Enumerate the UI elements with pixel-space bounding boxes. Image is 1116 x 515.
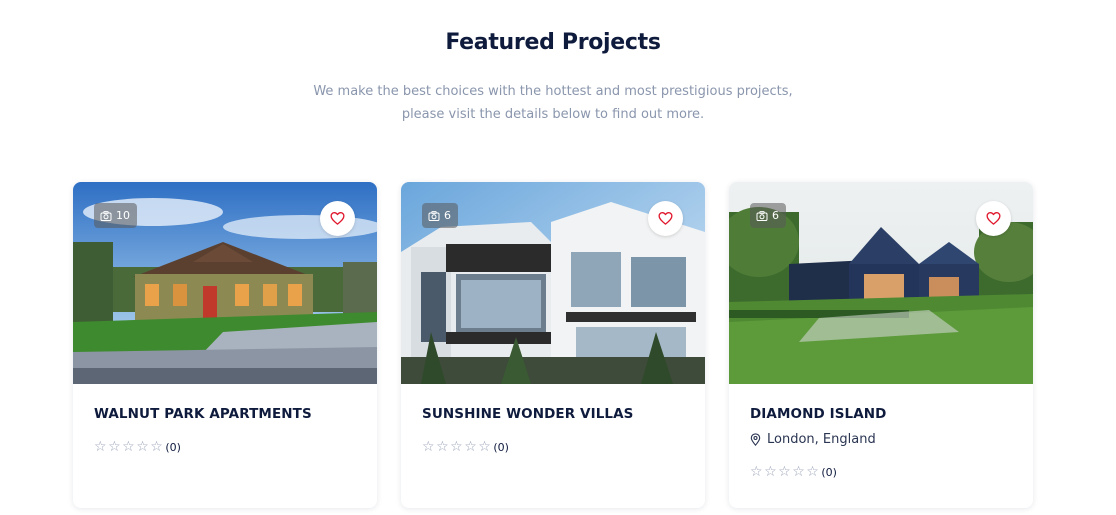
location-text: London, England (767, 432, 876, 447)
photo-count: 6 (444, 209, 451, 222)
map-pin-icon (750, 433, 761, 446)
camera-icon (100, 210, 112, 221)
camera-icon (756, 210, 768, 221)
star-rating: ☆ ☆ ☆ ☆ ☆ (0) (422, 440, 509, 454)
star-rating: ☆ ☆ ☆ ☆ ☆ (0) (750, 465, 837, 479)
star-outline-icon: ☆ (436, 439, 449, 455)
project-location: London, England (750, 432, 876, 447)
star-outline-icon: ☆ (450, 439, 463, 455)
star-outline-icon: ☆ (136, 439, 149, 455)
favorite-button[interactable] (320, 201, 355, 236)
rating-count: (0) (493, 440, 509, 454)
star-outline-icon: ☆ (792, 464, 805, 480)
photo-count-badge: 6 (750, 203, 786, 228)
star-outline-icon: ☆ (778, 464, 791, 480)
photo-count-badge: 6 (422, 203, 458, 228)
heart-icon (986, 212, 1001, 225)
section-subtitle: We make the best choices with the hottes… (313, 84, 793, 122)
project-photo[interactable]: 6 (729, 182, 1033, 384)
star-outline-icon: ☆ (422, 439, 435, 455)
star-outline-icon: ☆ (806, 464, 819, 480)
project-photo[interactable]: 6 (401, 182, 705, 384)
favorite-button[interactable] (648, 201, 683, 236)
favorite-button[interactable] (976, 201, 1011, 236)
camera-icon (428, 210, 440, 221)
rating-count: (0) (165, 440, 181, 454)
star-outline-icon: ☆ (464, 439, 477, 455)
photo-count: 10 (116, 209, 130, 222)
project-name[interactable]: WALNUT PARK APARTMENTS (94, 406, 312, 422)
section-title: Featured Projects (445, 30, 661, 55)
star-rating: ☆ ☆ ☆ ☆ ☆ (0) (94, 440, 181, 454)
star-outline-icon: ☆ (764, 464, 777, 480)
project-name[interactable]: DIAMOND ISLAND (750, 406, 887, 422)
photo-count: 6 (772, 209, 779, 222)
heart-icon (330, 212, 345, 225)
star-outline-icon: ☆ (478, 439, 491, 455)
project-name[interactable]: SUNSHINE WONDER VILLAS (422, 406, 633, 422)
project-card-diamond-island[interactable]: 6 DIAMOND ISLAND London, England ☆ ☆ ☆ ☆… (729, 182, 1033, 508)
star-outline-icon: ☆ (122, 439, 135, 455)
star-outline-icon: ☆ (108, 439, 121, 455)
star-outline-icon: ☆ (150, 439, 163, 455)
photo-count-badge: 10 (94, 203, 137, 228)
rating-count: (0) (821, 465, 837, 479)
project-photo[interactable]: 10 (73, 182, 377, 384)
project-card-walnut-park[interactable]: 10 WALNUT PARK APARTMENTS ☆ ☆ ☆ ☆ ☆ (0) (73, 182, 377, 508)
star-outline-icon: ☆ (94, 439, 107, 455)
star-outline-icon: ☆ (750, 464, 763, 480)
project-card-sunshine-wonder[interactable]: 6 SUNSHINE WONDER VILLAS ☆ ☆ ☆ ☆ ☆ (0) (401, 182, 705, 508)
heart-icon (658, 212, 673, 225)
